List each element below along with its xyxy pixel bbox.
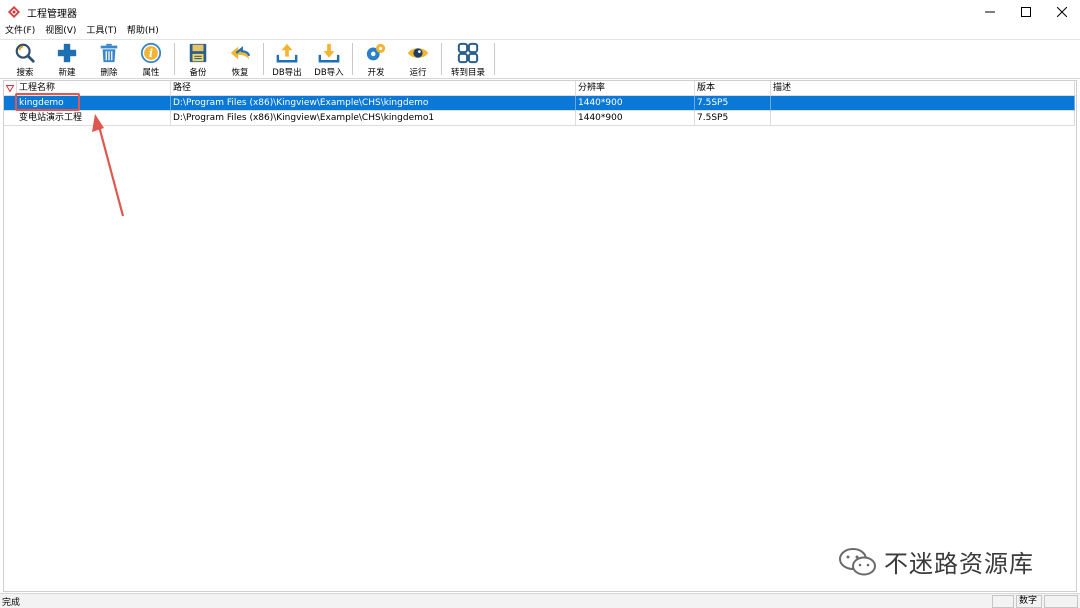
column-header-description[interactable]: 描述 xyxy=(771,81,1075,96)
toolbar-separator xyxy=(174,43,175,75)
row-gutter xyxy=(4,111,17,126)
status-text: 完成 xyxy=(2,597,21,608)
eye-icon xyxy=(407,48,429,58)
maximize-icon xyxy=(1021,7,1031,17)
table-header: 工程名称 路径 分辨率 版本 描述 xyxy=(4,81,1076,96)
run-button[interactable]: 运行 xyxy=(397,40,439,78)
column-header-resolution[interactable]: 分辨率 xyxy=(576,81,695,96)
menu-help[interactable]: 帮助(H) xyxy=(122,24,164,38)
project-resolution-cell[interactable]: 1440*900 xyxy=(576,96,695,111)
menu-file[interactable]: 文件(F) xyxy=(0,24,40,38)
properties-button[interactable]: i 属性 xyxy=(130,40,172,78)
db-export-icon xyxy=(276,43,298,63)
undo-icon xyxy=(230,46,251,60)
search-label: 搜索 xyxy=(16,68,34,78)
new-label: 新建 xyxy=(58,68,76,78)
info-icon: i xyxy=(140,42,162,64)
delete-button[interactable]: 删除 xyxy=(88,40,130,78)
trash-icon xyxy=(100,43,118,63)
close-icon xyxy=(1057,7,1067,17)
project-description-cell[interactable] xyxy=(771,96,1075,111)
toolbar: 搜索 新建 删除 i 属性 备份 恢复 DB导出 DB导入 开发 运行 转到目录 xyxy=(0,39,1080,79)
project-resolution-cell[interactable]: 1440*900 xyxy=(576,111,695,126)
minimize-icon xyxy=(985,11,995,13)
project-version-cell[interactable]: 7.5SP5 xyxy=(695,111,771,126)
project-path-cell[interactable]: D:\Program Files (x86)\Kingview\Example\… xyxy=(171,111,576,126)
db-import-button[interactable]: DB导入 xyxy=(308,40,350,78)
gears-icon xyxy=(366,43,386,61)
backup-button[interactable]: 备份 xyxy=(177,40,219,78)
db-import-label: DB导入 xyxy=(314,68,344,78)
status-pane xyxy=(1044,594,1078,608)
watermark-text: 不迷路资源库 xyxy=(884,550,1034,578)
grid-icon xyxy=(457,42,479,64)
db-export-button[interactable]: DB导出 xyxy=(266,40,308,78)
title-bar: 工程管理器 xyxy=(0,0,1080,24)
new-button[interactable]: 新建 xyxy=(46,40,88,78)
project-description-cell[interactable] xyxy=(771,111,1075,126)
properties-label: 属性 xyxy=(142,68,160,78)
window-title: 工程管理器 xyxy=(27,8,77,20)
watermark: 不迷路资源库 xyxy=(838,544,1034,579)
status-pane-numlock: 数字 xyxy=(1016,594,1042,608)
project-version-cell[interactable]: 7.5SP5 xyxy=(695,96,771,111)
goto-directory-label: 转到目录 xyxy=(450,68,485,78)
plus-icon xyxy=(57,43,77,63)
toolbar-separator xyxy=(263,43,264,75)
status-bar: 完成 数字 xyxy=(0,593,1080,608)
maximize-button[interactable] xyxy=(1008,0,1044,24)
table-row[interactable]: 变电站演示工程 D:\Program Files (x86)\Kingview\… xyxy=(4,111,1076,126)
table-row[interactable]: kingdemo D:\Program Files (x86)\Kingview… xyxy=(4,96,1076,111)
search-button[interactable]: 搜索 xyxy=(4,40,46,78)
search-icon xyxy=(15,43,35,63)
window-controls xyxy=(972,0,1080,24)
status-pane xyxy=(992,594,1014,608)
close-button[interactable] xyxy=(1044,0,1080,24)
project-path-cell[interactable]: D:\Program Files (x86)\Kingview\Example\… xyxy=(171,96,576,111)
backup-label: 备份 xyxy=(189,68,207,78)
column-header-path[interactable]: 路径 xyxy=(171,81,576,96)
goto-directory-button[interactable]: 转到目录 xyxy=(444,40,492,78)
kingview-logo-icon xyxy=(8,6,20,18)
db-export-label: DB导出 xyxy=(272,68,302,78)
toolbar-separator xyxy=(441,43,442,75)
restore-button[interactable]: 恢复 xyxy=(219,40,261,78)
develop-button[interactable]: 开发 xyxy=(355,40,397,78)
db-import-icon xyxy=(318,43,340,63)
minimize-button[interactable] xyxy=(972,0,1008,24)
wechat-icon xyxy=(839,547,876,575)
annotation-highlight-box xyxy=(15,93,80,111)
sort-down-icon xyxy=(6,85,14,92)
toolbar-separator xyxy=(352,43,353,75)
column-header-version[interactable]: 版本 xyxy=(695,81,771,96)
run-label: 运行 xyxy=(409,68,427,78)
toolbar-separator xyxy=(494,43,495,75)
delete-label: 删除 xyxy=(100,68,118,78)
menu-bar: 文件(F) 视图(V) 工具(T) 帮助(H) xyxy=(0,24,1080,38)
menu-view[interactable]: 视图(V) xyxy=(40,24,81,38)
restore-label: 恢复 xyxy=(231,68,249,78)
project-list[interactable]: 工程名称 路径 分辨率 版本 描述 kingdemo D:\Program Fi… xyxy=(3,80,1077,592)
save-icon xyxy=(189,43,207,63)
svg-text:i: i xyxy=(149,47,153,60)
project-name-cell[interactable]: 变电站演示工程 xyxy=(17,111,171,126)
develop-label: 开发 xyxy=(367,68,385,78)
menu-tools[interactable]: 工具(T) xyxy=(81,24,122,38)
